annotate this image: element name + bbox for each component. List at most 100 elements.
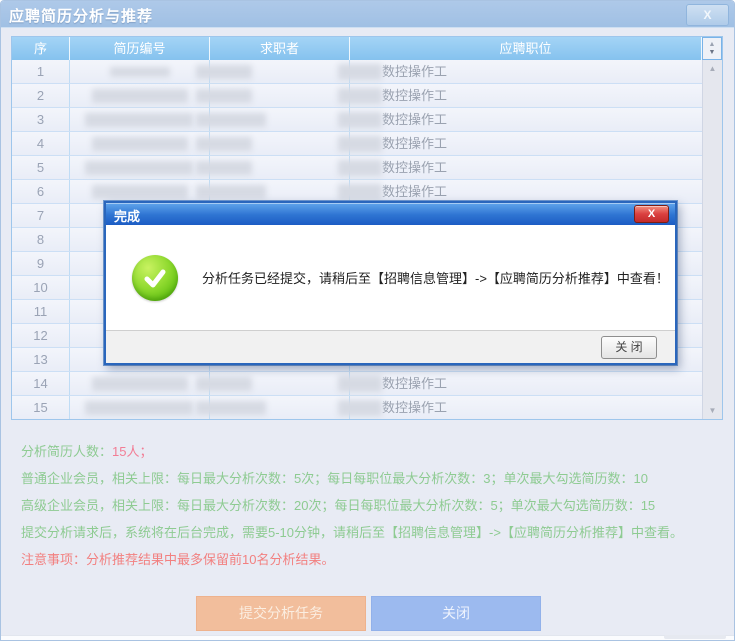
redacted-company-name	[338, 376, 382, 392]
table-header-row: 序 简历编号 求职者 应聘职位 ▲ ▼	[12, 37, 722, 60]
table-row[interactable]: 15 数控操作工	[12, 396, 702, 419]
checkmark-glyph	[142, 265, 168, 291]
row-index-cell: 7	[12, 204, 70, 227]
resume-id-cell	[70, 132, 210, 155]
dialog-close-x-button[interactable]: X	[634, 205, 669, 223]
redacted-seeker-name	[196, 161, 252, 175]
redacted-seeker-name	[196, 113, 266, 127]
dialog-close-button[interactable]: 关 闭	[601, 336, 657, 359]
redacted-resume-id	[92, 89, 188, 103]
resume-analysis-window: 应聘简历分析与推荐 X 序 简历编号 求职者 应聘职位 ▲ ▼ 1 数控操作工 …	[0, 0, 735, 641]
redacted-resume-id	[92, 185, 188, 199]
row-index-cell: 6	[12, 180, 70, 203]
redacted-company-name	[338, 160, 382, 176]
row-index-cell: 8	[12, 228, 70, 251]
row-index-cell: 5	[12, 156, 70, 179]
row-index-cell: 10	[12, 276, 70, 299]
redacted-resume-id	[92, 137, 188, 151]
spinner-down-icon[interactable]: ▼	[709, 49, 716, 57]
resume-id-cell	[70, 372, 210, 395]
redacted-seeker-name	[196, 401, 266, 415]
submit-analysis-button[interactable]: 提交分析任务	[196, 596, 366, 631]
window-title: 应聘简历分析与推荐	[9, 5, 153, 26]
redacted-company-name	[338, 112, 382, 128]
redacted-seeker-name	[196, 89, 252, 103]
column-header-position[interactable]: 应聘职位	[350, 37, 702, 60]
position-label: 数控操作工	[382, 136, 447, 151]
row-index-cell: 13	[12, 348, 70, 371]
redacted-resume-id	[85, 401, 193, 415]
info-line-senior-member: 高级企业会员，相关上限：每日最大分析次数：20次；每日每职位最大分析次数：5；单…	[21, 491, 683, 518]
redacted-resume-id	[92, 377, 188, 391]
redacted-company-name	[338, 136, 382, 152]
job-seeker-cell	[210, 372, 350, 395]
position-cell: 数控操作工	[350, 156, 702, 179]
job-seeker-cell	[210, 132, 350, 155]
redacted-company-name	[338, 88, 382, 104]
resume-id-cell	[70, 60, 210, 83]
table-row[interactable]: 3 数控操作工	[12, 108, 702, 132]
header-spinner[interactable]: ▲ ▼	[702, 37, 722, 60]
window-titlebar: 应聘简历分析与推荐 X	[1, 1, 734, 28]
info-line-count: 分析简历人数： 15人；	[21, 437, 683, 464]
job-seeker-cell	[210, 60, 350, 83]
row-index-cell: 12	[12, 324, 70, 347]
position-label: 数控操作工	[382, 184, 447, 199]
job-seeker-cell	[210, 108, 350, 131]
job-seeker-cell	[210, 180, 350, 203]
table-row[interactable]: 5 数控操作工	[12, 156, 702, 180]
position-cell: 数控操作工	[350, 396, 702, 419]
spinner-up-icon[interactable]: ▲	[709, 41, 716, 49]
position-label: 数控操作工	[382, 376, 447, 391]
redacted-resume-id	[110, 67, 170, 77]
table-row[interactable]: 4 数控操作工	[12, 132, 702, 156]
close-window-button[interactable]: 关闭	[371, 596, 541, 631]
horizontal-scrollbar-thumb[interactable]	[664, 635, 726, 639]
table-row[interactable]: 2 数控操作工	[12, 84, 702, 108]
row-index-cell: 4	[12, 132, 70, 155]
dialog-body: 分析任务已经提交，请稍后至【招聘信息管理】->【应聘简历分析推荐】中查看！	[106, 225, 675, 330]
redacted-seeker-name	[196, 65, 252, 79]
table-row[interactable]: 1 数控操作工	[12, 60, 702, 84]
position-label: 数控操作工	[382, 160, 447, 175]
info-line-process-note: 提交分析请求后，系统将在后台完成，需要5-10分钟，请稍后至【招聘信息管理】->…	[21, 518, 683, 545]
position-label: 数控操作工	[382, 64, 447, 79]
resume-id-cell	[70, 396, 210, 419]
position-label: 数控操作工	[382, 400, 447, 415]
position-label: 数控操作工	[382, 88, 447, 103]
info-line-normal-member: 普通企业会员，相关上限：每日最大分析次数：5次；每日每职位最大分析次数：3；单次…	[21, 464, 683, 491]
dialog-titlebar: 完成 X	[106, 203, 675, 225]
dialog-footer: 关 闭	[106, 330, 675, 363]
row-index-cell: 15	[12, 396, 70, 419]
scroll-up-icon[interactable]: ▲	[703, 64, 722, 73]
window-bottom-edge	[1, 635, 734, 640]
vertical-scrollbar[interactable]: ▲ ▼	[702, 60, 722, 419]
table-row[interactable]: 14 数控操作工	[12, 372, 702, 396]
position-label: 数控操作工	[382, 112, 447, 127]
resume-id-cell	[70, 156, 210, 179]
redacted-company-name	[338, 184, 382, 200]
row-index-cell: 1	[12, 60, 70, 83]
scroll-down-icon[interactable]: ▼	[703, 406, 722, 415]
position-cell: 数控操作工	[350, 372, 702, 395]
job-seeker-cell	[210, 156, 350, 179]
success-check-icon	[132, 255, 178, 301]
window-close-button[interactable]: X	[686, 4, 729, 26]
redacted-seeker-name	[196, 185, 266, 199]
info-line-warning: 注意事项：分析推荐结果中最多保留前10名分析结果。	[21, 545, 683, 572]
job-seeker-cell	[210, 84, 350, 107]
dialog-title: 完成	[114, 206, 140, 225]
count-label: 分析简历人数：	[21, 441, 112, 460]
redacted-seeker-name	[196, 137, 252, 151]
resume-id-cell	[70, 180, 210, 203]
completion-dialog: 完成 X 分析任务已经提交，请稍后至【招聘信息管理】->【应聘简历分析推荐】中查…	[104, 201, 677, 365]
column-header-resume-id[interactable]: 简历编号	[70, 37, 210, 60]
count-value: 15人；	[112, 441, 152, 460]
dialog-message: 分析任务已经提交，请稍后至【招聘信息管理】->【应聘简历分析推荐】中查看！	[202, 268, 669, 287]
resume-id-cell	[70, 108, 210, 131]
position-cell: 数控操作工	[350, 84, 702, 107]
column-header-index[interactable]: 序	[12, 37, 70, 60]
redacted-company-name	[338, 64, 382, 80]
row-index-cell: 14	[12, 372, 70, 395]
column-header-job-seeker[interactable]: 求职者	[210, 37, 350, 60]
